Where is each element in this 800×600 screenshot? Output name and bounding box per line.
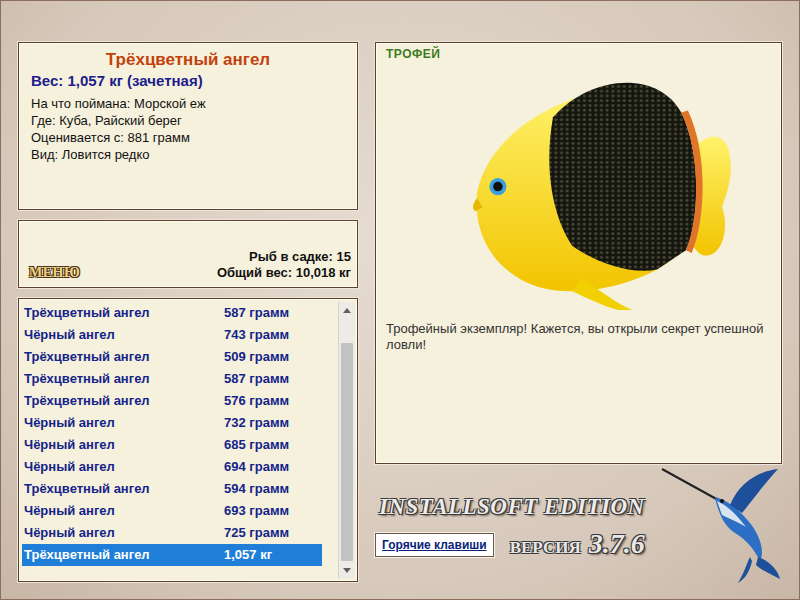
marlin-icon: [660, 461, 782, 585]
scroll-thumb[interactable]: [341, 343, 353, 561]
catch-name: Чёрный ангел: [24, 324, 224, 346]
catch-row[interactable]: Трёхцветный ангел576 грамм: [22, 390, 322, 412]
catch-row[interactable]: Чёрный ангел685 грамм: [22, 434, 322, 456]
catch-name: Чёрный ангел: [24, 434, 224, 456]
catch-row[interactable]: Чёрный ангел694 грамм: [22, 456, 322, 478]
keepnet-panel: МЕНЮ Рыб в садке: 15Общий вес: 10,018 кг: [18, 220, 358, 288]
catch-row[interactable]: Чёрный ангел725 грамм: [22, 522, 322, 544]
trophy-badge: ТРОФЕЙ: [386, 47, 771, 62]
fish-count: Рыб в садке: 15: [217, 249, 351, 265]
catch-weight: 694 грамм: [224, 459, 289, 474]
total-weight: Общий вес: 10,018 кг: [217, 265, 351, 281]
trophy-message: Трофейный экземпляр! Кажется, вы открыли…: [386, 321, 771, 353]
menu-button[interactable]: МЕНЮ: [29, 265, 80, 281]
catch-weight: 685 грамм: [224, 437, 289, 452]
edition-logo: INSTALLSOFT EDITION: [375, 493, 660, 521]
catch-name: Трёхцветный ангел: [24, 302, 224, 324]
catch-weight: 693 грамм: [224, 503, 289, 518]
footer-left: INSTALLSOFT EDITION Горячие клавиши ВЕРСИЯ…: [375, 485, 660, 561]
fish-picture: [386, 62, 771, 307]
version-number: 3.7.6: [589, 529, 645, 559]
catch-name: Трёхцветный ангел: [24, 390, 224, 412]
catch-row[interactable]: Трёхцветный ангел587 грамм: [22, 302, 322, 324]
catch-weight: 1,057 кг: [224, 547, 272, 562]
catch-name: Трёхцветный ангел: [24, 346, 224, 368]
fish-weight: Вес: 1,057 кг (зачетная): [31, 71, 345, 91]
catch-weight: 576 грамм: [224, 393, 289, 408]
catch-name: Трёхцветный ангел: [24, 544, 224, 566]
catch-row[interactable]: Трёхцветный ангел587 грамм: [22, 368, 322, 390]
down-arrow-icon: [343, 568, 351, 573]
version: ВЕРСИЯ 3.7.6: [510, 529, 645, 561]
catch-row[interactable]: Чёрный ангел743 грамм: [22, 324, 322, 346]
catch-list: Трёхцветный ангел587 граммЧёрный ангел74…: [18, 298, 358, 582]
catch-row[interactable]: Трёхцветный ангел509 грамм: [22, 346, 322, 368]
catch-weight: 743 грамм: [224, 327, 289, 342]
scrollbar[interactable]: [338, 302, 355, 578]
up-arrow-icon: [343, 308, 351, 313]
scroll-track[interactable]: [339, 318, 355, 562]
footer: INSTALLSOFT EDITION Горячие клавиши ВЕРСИЯ…: [375, 464, 782, 582]
trophy-panel: ТРОФЕЙ Трофейный экземпляр! Кажется, вы о…: [375, 42, 782, 464]
catch-weight: 732 грамм: [224, 415, 289, 430]
catch-rows: Трёхцветный ангел587 граммЧёрный ангел74…: [22, 302, 338, 578]
catch-row[interactable]: Трёхцветный ангел594 грамм: [22, 478, 322, 500]
catch-name: Трёхцветный ангел: [24, 478, 224, 500]
catch-weight: 725 грамм: [224, 525, 289, 540]
fish-detail: На что поймана: Морской еж: [31, 95, 345, 112]
keepnet-stats: Рыб в садке: 15Общий вес: 10,018 кг: [217, 249, 351, 281]
catch-row[interactable]: Чёрный ангел693 грамм: [22, 500, 322, 522]
catch-weight: 594 грамм: [224, 481, 289, 496]
catch-name: Чёрный ангел: [24, 522, 224, 544]
catch-name: Чёрный ангел: [24, 500, 224, 522]
fish-detail: Вид: Ловится редко: [31, 146, 345, 163]
version-label: ВЕРСИЯ: [510, 535, 581, 561]
angelfish-icon: [419, 60, 739, 310]
version-row: Горячие клавиши ВЕРСИЯ 3.7.6: [375, 529, 660, 561]
catch-row[interactable]: Чёрный ангел732 грамм: [22, 412, 322, 434]
fish-info-panel: Трёхцветный ангелВес: 1,057 кг (зачетная…: [18, 42, 358, 210]
catch-name: Чёрный ангел: [24, 412, 224, 434]
fish-name: Трёхцветный ангел: [31, 49, 345, 71]
scroll-up-button[interactable]: [339, 302, 355, 318]
hotkeys-button[interactable]: Горячие клавиши: [375, 533, 494, 557]
catch-weight: 509 грамм: [224, 349, 289, 364]
scroll-down-button[interactable]: [339, 562, 355, 578]
catch-name: Трёхцветный ангел: [24, 368, 224, 390]
catch-weight: 587 грамм: [224, 305, 289, 320]
catch-row[interactable]: Трёхцветный ангел1,057 кг: [22, 544, 322, 566]
fish-detail: Где: Куба, Райский берег: [31, 112, 345, 129]
fish-detail: Оценивается с: 881 грамм: [31, 129, 345, 146]
catch-weight: 587 грамм: [224, 371, 289, 386]
catch-name: Чёрный ангел: [24, 456, 224, 478]
